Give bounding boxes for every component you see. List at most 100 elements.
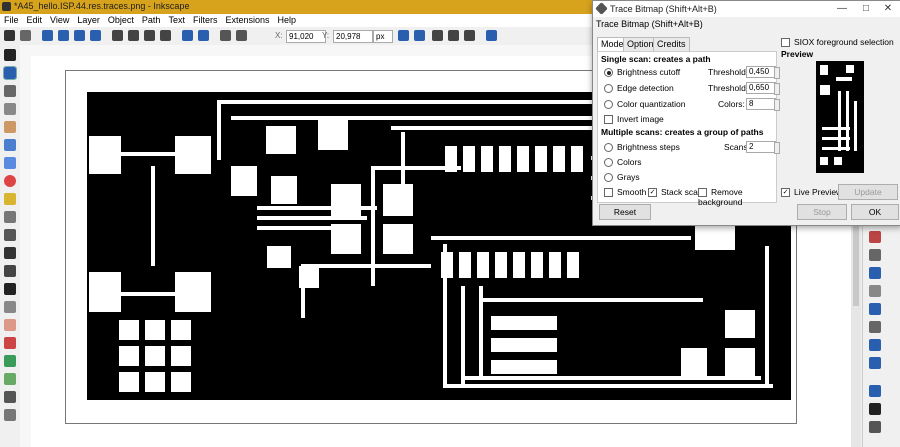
mesh-tool-icon[interactable] (4, 373, 16, 385)
delete-segment-icon[interactable] (90, 30, 101, 41)
scans-input[interactable]: 2 (746, 141, 780, 154)
spray-tool-icon[interactable] (4, 301, 16, 313)
trace-preview (816, 61, 864, 173)
maximize-icon[interactable]: □ (855, 2, 877, 16)
menu-bar: File Edit View Layer Object Path Text Filters Ex… (0, 14, 595, 27)
snap-nodes-icon[interactable] (869, 267, 881, 279)
edge-detection-radio[interactable]: Edge detection (604, 83, 674, 94)
path-effect-icon[interactable] (432, 30, 443, 41)
gradient-tool-icon[interactable] (4, 355, 16, 367)
join-segment-icon[interactable] (74, 30, 85, 41)
threshold-label: Threshold: (708, 67, 749, 77)
preview-header: Preview (781, 49, 814, 59)
minimize-icon[interactable]: — (831, 2, 853, 16)
edge-threshold-label: Threshold: (708, 83, 749, 93)
node-smooth-icon[interactable] (128, 30, 139, 41)
show-outline-icon[interactable] (414, 30, 425, 41)
insert-node-icon[interactable] (4, 30, 15, 41)
mode-panel: Single scan: creates a path Brightness c… (597, 51, 780, 207)
mask-icon[interactable] (464, 30, 475, 41)
show-handles-icon[interactable] (398, 30, 409, 41)
menu-text[interactable]: Text (164, 14, 189, 27)
live-preview-checkbox[interactable]: ✓ Live Preview (781, 187, 842, 198)
xml-editor-icon[interactable] (869, 421, 881, 433)
snap-bbox-icon[interactable] (869, 303, 881, 315)
spiral-tool-icon[interactable] (4, 211, 16, 223)
segment-curve-icon[interactable] (198, 30, 209, 41)
stroke-to-path-icon[interactable] (236, 30, 247, 41)
snap-guide-icon[interactable] (869, 357, 881, 369)
menu-layer[interactable]: Layer (73, 14, 104, 27)
transform-handles-icon[interactable] (486, 30, 497, 41)
bucket-tool-icon[interactable] (4, 337, 16, 349)
3dbox-tool-icon[interactable] (4, 157, 16, 169)
ok-button[interactable]: OK (851, 204, 899, 220)
x-input[interactable]: 91,020 (286, 30, 326, 43)
unit-select[interactable]: px (373, 30, 393, 43)
colors-radio[interactable]: Colors (604, 157, 642, 168)
measure-tool-icon[interactable] (4, 121, 16, 133)
duplicate-icon[interactable] (869, 285, 881, 297)
snap-path-icon[interactable] (869, 385, 881, 397)
node-symmetric-icon[interactable] (144, 30, 155, 41)
smooth-checkbox[interactable]: Smooth (604, 187, 646, 198)
color-quantization-radio[interactable]: Color quantization (604, 99, 686, 110)
text-font-icon[interactable] (869, 403, 881, 415)
brightness-steps-radio[interactable]: Brightness steps (604, 142, 680, 153)
node-auto-icon[interactable] (160, 30, 171, 41)
dialog-titlebar: Trace Bitmap (Shift+Alt+B) — □ ✕ (593, 1, 900, 17)
ellipse-tool-icon[interactable] (4, 175, 16, 187)
inkscape-logo-icon (2, 2, 11, 11)
update-button[interactable]: Update (838, 184, 898, 200)
trace-bitmap-dialog: Trace Bitmap (Shift+Alt+B) — □ ✕ Trace B… (592, 0, 900, 226)
calligraphy-tool-icon[interactable] (4, 265, 16, 277)
menu-extensions[interactable]: Extensions (221, 14, 273, 27)
connector-tool-icon[interactable] (4, 409, 16, 421)
clip-icon[interactable] (448, 30, 459, 41)
stop-button[interactable]: Stop (797, 204, 847, 220)
dropper-tool-icon[interactable] (4, 391, 16, 403)
selector-tool-icon[interactable] (4, 49, 16, 61)
group-icon[interactable] (869, 321, 881, 333)
grays-radio[interactable]: Grays (604, 172, 640, 183)
object-to-path-icon[interactable] (220, 30, 231, 41)
edit-icon[interactable] (869, 231, 881, 243)
preview-image (820, 65, 857, 165)
tweak-tool-icon[interactable] (4, 85, 16, 97)
break-path-icon[interactable] (58, 30, 69, 41)
eraser-tool-icon[interactable] (4, 319, 16, 331)
zoom-page-icon[interactable] (869, 249, 881, 261)
y-input[interactable]: 20,978 (333, 30, 373, 43)
close-icon[interactable]: ✕ (877, 2, 899, 16)
menu-path[interactable]: Path (138, 14, 165, 27)
segment-line-icon[interactable] (182, 30, 193, 41)
snap-grid-icon[interactable] (869, 339, 881, 351)
menu-file[interactable]: File (0, 14, 23, 27)
menu-help[interactable]: Help (273, 14, 300, 27)
colors-input[interactable]: 8 (746, 98, 780, 111)
reset-button[interactable]: Reset (599, 204, 651, 220)
edge-threshold-input[interactable]: 0,650 (746, 82, 780, 95)
pencil-tool-icon[interactable] (4, 229, 16, 241)
y-label: Y: (322, 31, 330, 40)
menu-view[interactable]: View (46, 14, 73, 27)
window-title: *A45_hello.ISP.44.res.traces.png - Inksc… (14, 1, 190, 11)
siox-checkbox[interactable]: SIOX foreground selection (781, 37, 894, 48)
node-tool-icon[interactable] (3, 66, 17, 80)
delete-node-icon[interactable] (20, 30, 31, 41)
invert-image-checkbox[interactable]: Invert image (604, 114, 664, 125)
tab-credits[interactable]: Credits (653, 37, 690, 52)
node-cusp-icon[interactable] (112, 30, 123, 41)
menu-filters[interactable]: Filters (189, 14, 222, 27)
pen-tool-icon[interactable] (4, 247, 16, 259)
star-tool-icon[interactable] (4, 193, 16, 205)
menu-object[interactable]: Object (104, 14, 138, 27)
join-nodes-icon[interactable] (42, 30, 53, 41)
zoom-tool-icon[interactable] (4, 103, 16, 115)
brightness-cutoff-radio[interactable]: Brightness cutoff (604, 67, 680, 78)
menu-edit[interactable]: Edit (23, 14, 47, 27)
remove-background-checkbox[interactable]: Remove background (698, 187, 776, 207)
rect-tool-icon[interactable] (4, 139, 16, 151)
brightness-threshold-input[interactable]: 0,450 (746, 66, 780, 79)
text-tool-icon[interactable] (4, 283, 16, 295)
